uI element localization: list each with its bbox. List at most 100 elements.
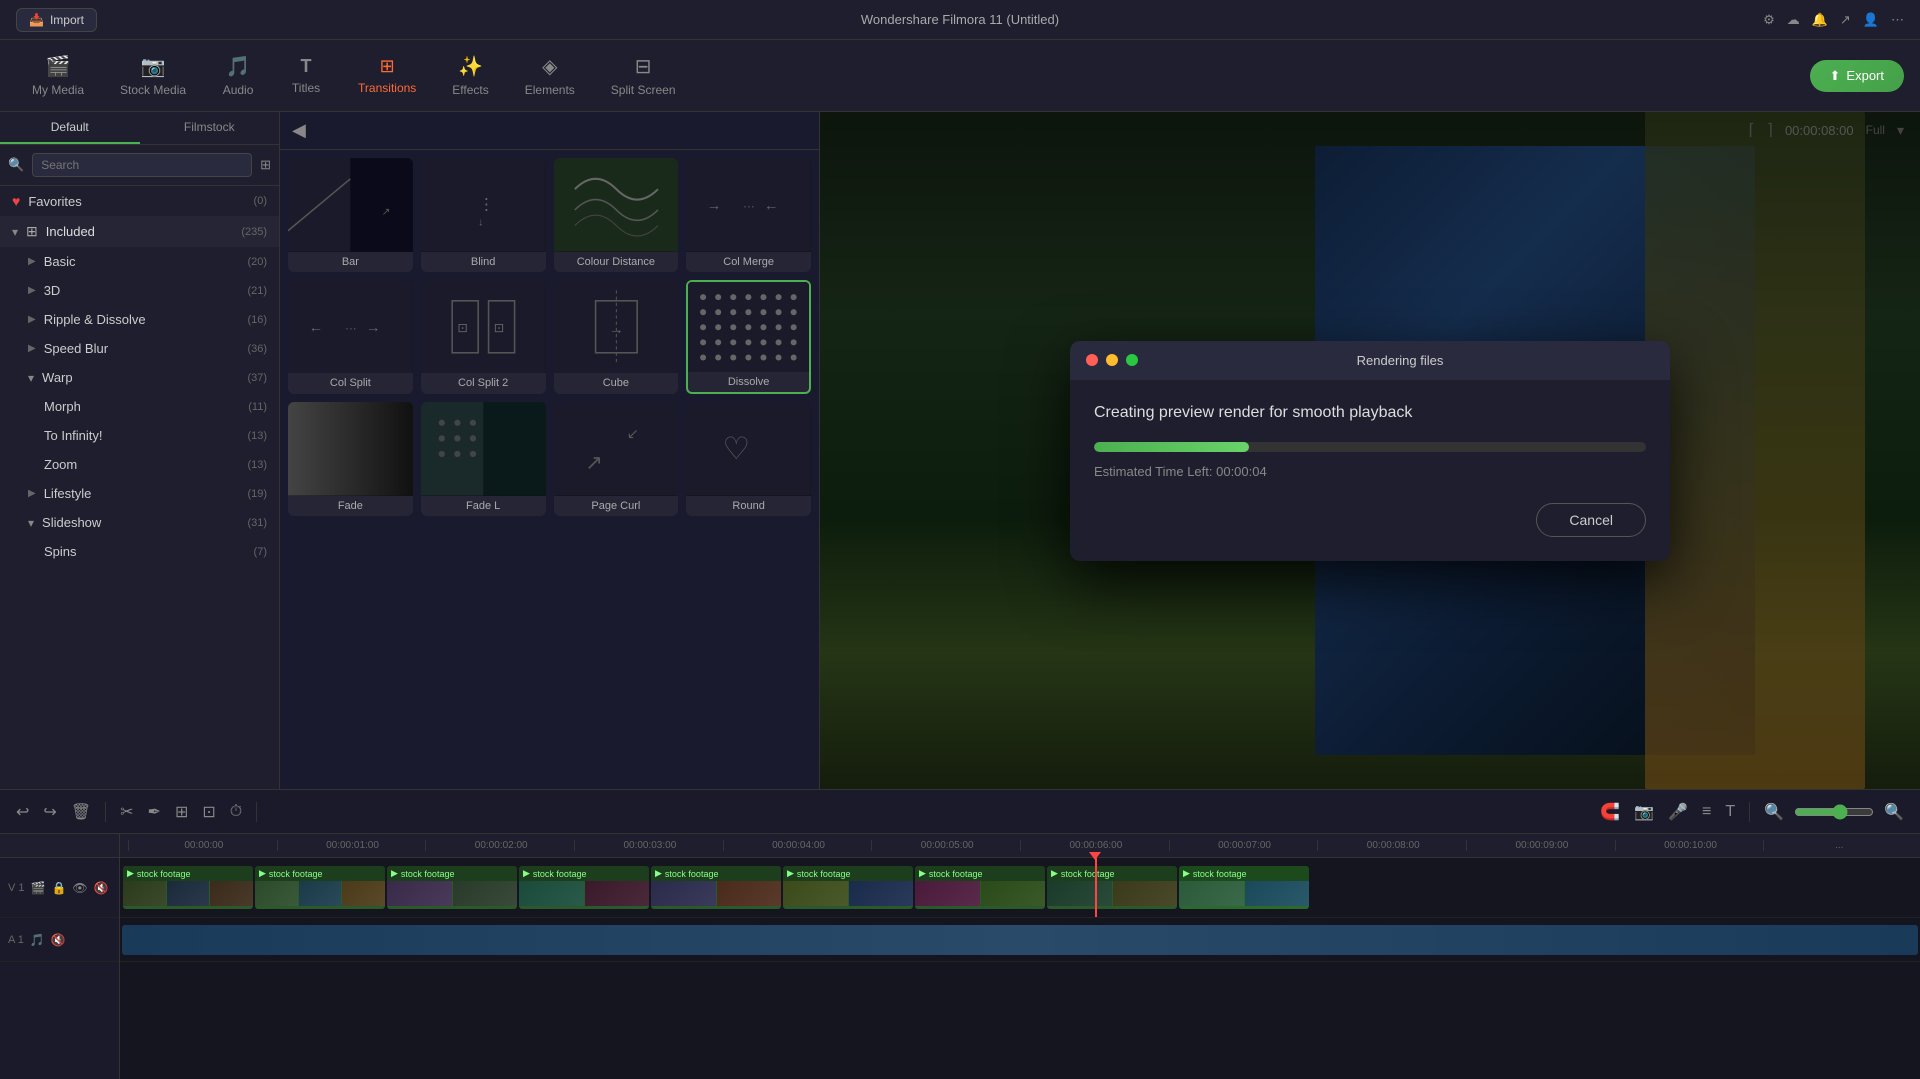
transition-card-col-split[interactable]: ← ⋯ → Col Split: [288, 280, 413, 395]
clip-thumb-7-2: [981, 881, 1046, 906]
sidebar-item-ripple[interactable]: ▶ Ripple & Dissolve (16): [0, 305, 279, 334]
toolbar-audio[interactable]: 🎵 Audio: [206, 46, 270, 105]
toolbar-titles[interactable]: T Titles: [274, 48, 338, 103]
chevron-right-ripple-icon: ▶: [28, 314, 36, 325]
sidebar-item-speed-blur[interactable]: ▶ Speed Blur (36): [0, 334, 279, 363]
zoom-slider[interactable]: [1794, 804, 1874, 820]
dialog-maximize-dot[interactable]: [1126, 354, 1138, 366]
split-button[interactable]: ⊞: [171, 798, 192, 826]
video-clip-4[interactable]: ▶ stock footage: [519, 866, 649, 909]
redo-button[interactable]: ↪: [39, 798, 60, 826]
video-clip-2[interactable]: ▶ stock footage: [255, 866, 385, 909]
toolbar-elements[interactable]: ◈ Elements: [509, 46, 591, 105]
export-button[interactable]: ⬆ Export: [1810, 60, 1904, 92]
video-clip-5[interactable]: ▶ stock footage: [651, 866, 781, 909]
transition-card-colour-distance[interactable]: Colour Distance: [554, 158, 679, 272]
video-clip-8[interactable]: ▶ stock footage: [1047, 866, 1177, 909]
video-eye-icon[interactable]: 👁: [72, 881, 87, 895]
music-track: [120, 918, 1920, 962]
playhead[interactable]: [1095, 858, 1097, 917]
elements-label: Elements: [525, 83, 575, 97]
mic-button[interactable]: 🎤: [1664, 798, 1692, 826]
transition-card-page-curl[interactable]: ↗ ↙ Page Curl: [554, 402, 679, 516]
tab-default[interactable]: Default: [0, 112, 140, 144]
cut-button[interactable]: ✂: [116, 798, 137, 826]
transition-card-cube[interactable]: → Cube: [554, 280, 679, 395]
sidebar-item-lifestyle[interactable]: ▶ Lifestyle (19): [0, 479, 279, 508]
toolbar-my-media[interactable]: 🎬 My Media: [16, 46, 100, 105]
account-icon[interactable]: 👤: [1863, 12, 1879, 28]
sidebar-list: ♥ Favorites (0) ▾ ⊞ Included (235) ▶ Bas…: [0, 186, 279, 789]
settings-icon[interactable]: ⚙: [1763, 12, 1775, 28]
toolbar-transitions[interactable]: ⊞ Transitions: [342, 48, 432, 103]
ruler-mark-11: ...: [1763, 840, 1912, 851]
sidebar-item-to-infinity[interactable]: To Infinity! (13): [0, 421, 279, 450]
align-button[interactable]: ≡: [1698, 799, 1715, 825]
scroll-left-button[interactable]: ◀: [284, 116, 314, 145]
transition-thumb-col-split: ← ⋯ →: [288, 280, 413, 374]
transition-card-fade-l[interactable]: Fade L: [421, 402, 546, 516]
crop-button[interactable]: ⊡: [198, 798, 219, 826]
more-icon[interactable]: ⋯: [1891, 12, 1904, 28]
transition-card-col-split-2[interactable]: ⊡ ⊡ Col Split 2: [421, 280, 546, 395]
dialog-close-dot[interactable]: [1086, 354, 1098, 366]
video-track-number: V 1: [8, 882, 25, 894]
cloud-icon[interactable]: ☁: [1787, 12, 1800, 28]
camera-button[interactable]: 📷: [1630, 798, 1658, 826]
toolbar-split-screen[interactable]: ⊟ Split Screen: [595, 46, 692, 105]
sidebar-item-zoom[interactable]: Zoom (13): [0, 450, 279, 479]
music-mute-icon[interactable]: 🔇: [51, 933, 66, 947]
heart-icon: ♥: [12, 193, 20, 209]
dialog-minimize-dot[interactable]: [1106, 354, 1118, 366]
sidebar-item-3d[interactable]: ▶ 3D (21): [0, 276, 279, 305]
included-label: Included: [46, 224, 95, 239]
video-mute-icon[interactable]: 🔇: [94, 881, 109, 895]
zoom-out-button[interactable]: 🔍: [1760, 798, 1788, 826]
basic-count: (20): [247, 256, 267, 268]
sidebar-item-slideshow[interactable]: ▾ Slideshow (31): [0, 508, 279, 537]
undo-button[interactable]: ↩: [12, 798, 33, 826]
clip-label-3: stock footage: [401, 869, 455, 879]
tab-filmstock[interactable]: Filmstock: [140, 112, 280, 144]
svg-text:↙: ↙: [626, 427, 638, 443]
import-button[interactable]: 📥 Import: [16, 8, 97, 32]
transition-card-fade[interactable]: Fade: [288, 402, 413, 516]
round-name: Round: [686, 496, 811, 516]
sidebar-item-spins[interactable]: Spins (7): [0, 537, 279, 566]
timeline-scroll-area[interactable]: 00:00:00 00:00:01:00 00:00:02:00 00:00:0…: [120, 834, 1920, 1079]
transition-card-col-merge[interactable]: → ⋯ ← Col Merge: [686, 158, 811, 272]
blind-name: Blind: [421, 252, 546, 272]
search-input[interactable]: [32, 153, 252, 177]
timeline-right-tools: 🧲 📷 🎤 ≡ T 🔍 🔍: [1596, 798, 1908, 826]
sidebar-item-included[interactable]: ▾ ⊞ Included (235): [0, 216, 279, 247]
text-btn[interactable]: T: [1721, 799, 1739, 825]
transition-card-blind[interactable]: ⋮ ↓ Blind: [421, 158, 546, 272]
video-clip-7[interactable]: ▶ stock footage: [915, 866, 1045, 909]
pen-button[interactable]: ✒: [144, 798, 165, 826]
clock-button[interactable]: ⏱: [226, 799, 246, 825]
music-clip[interactable]: [122, 925, 1918, 955]
delete-button[interactable]: 🗑: [67, 798, 95, 826]
sidebar-item-favorites[interactable]: ♥ Favorites (0): [0, 186, 279, 216]
video-lock-icon[interactable]: 🔒: [51, 881, 66, 895]
video-clip-9[interactable]: ▶ stock footage: [1179, 866, 1309, 909]
transition-card-dissolve[interactable]: Dissolve: [686, 280, 811, 395]
transition-card-bar[interactable]: ↗ Bar: [288, 158, 413, 272]
magnet-button[interactable]: 🧲: [1596, 798, 1624, 826]
toolbar-stock-media[interactable]: 📷 Stock Media: [104, 46, 202, 105]
cancel-button[interactable]: Cancel: [1536, 503, 1646, 537]
share-icon[interactable]: ↗: [1840, 12, 1851, 28]
track-labels: V 1 🎬 🔒 👁 🔇 A 1 🎵 🔇: [0, 834, 120, 1079]
notification-icon[interactable]: 🔔: [1812, 12, 1828, 28]
grid-layout-icon[interactable]: ⊞: [260, 157, 271, 173]
sidebar-item-basic[interactable]: ▶ Basic (20): [0, 247, 279, 276]
transition-card-round[interactable]: ♡ Round: [686, 402, 811, 516]
video-clip-6[interactable]: ▶ stock footage: [783, 866, 913, 909]
zoom-in-button[interactable]: 🔍: [1880, 798, 1908, 826]
video-clip-1[interactable]: ▶ stock footage: [123, 866, 253, 909]
sidebar-item-morph[interactable]: Morph (11): [0, 392, 279, 421]
toolbar-effects[interactable]: ✨ Effects: [436, 46, 504, 105]
favorites-count: (0): [254, 195, 267, 207]
video-clip-3[interactable]: ▶ stock footage: [387, 866, 517, 909]
sidebar-item-warp[interactable]: ▾ Warp (37): [0, 363, 279, 392]
